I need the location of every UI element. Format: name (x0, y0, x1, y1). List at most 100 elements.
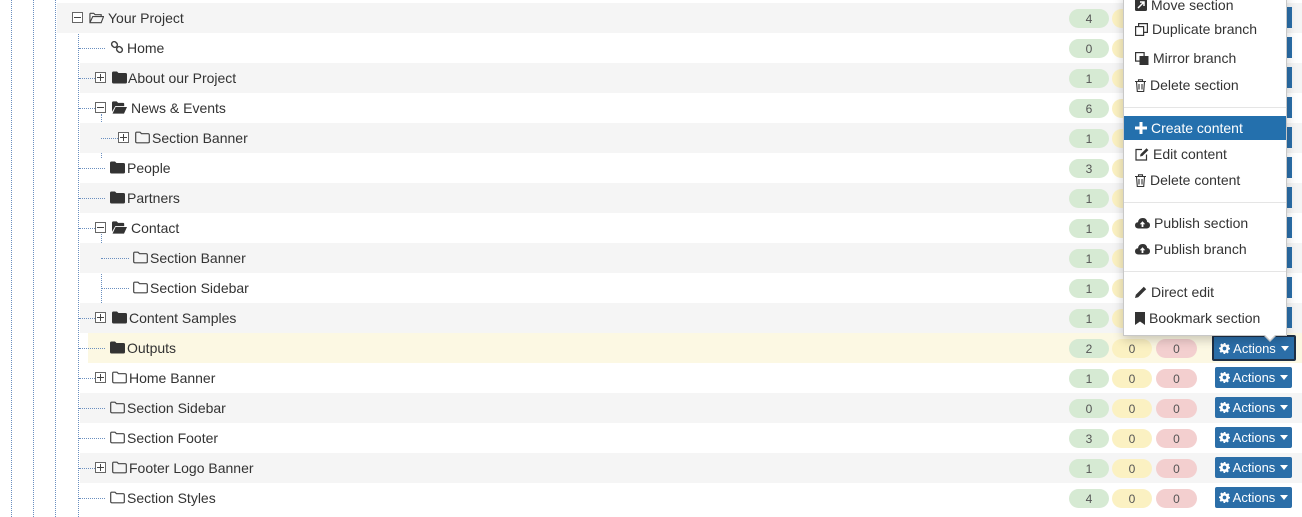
actions-button[interactable]: Actions (1215, 397, 1292, 418)
actions-button-edge[interactable] (1287, 217, 1292, 238)
tree-node-label[interactable]: Contact (131, 220, 179, 236)
gear-icon (1218, 462, 1230, 473)
menu-item-delete-content[interactable]: Delete content (1124, 168, 1286, 192)
count-badge-published: 6 (1069, 99, 1109, 118)
menu-item-edit-content[interactable]: Edit content (1124, 142, 1286, 166)
tree-row[interactable]: Contact 1 (0, 213, 1302, 309)
tree-node-label[interactable]: Partners (127, 190, 180, 206)
actions-button-label: Actions (1233, 340, 1276, 356)
tree-node-label[interactable]: About our Project (128, 70, 236, 86)
folder-outline-icon (133, 251, 148, 264)
tree-node-label[interactable]: News & Events (131, 100, 226, 116)
tree-row[interactable]: About our Project 1 (0, 63, 1302, 93)
count-badge-pending: 0 (1112, 369, 1152, 388)
gear-icon (1218, 432, 1230, 443)
menu-item-bookmark-section[interactable]: Bookmark section (1124, 306, 1286, 330)
tree-row[interactable]: Home Banner 1 0 0 Actions (0, 363, 1302, 393)
collapse-icon[interactable] (95, 102, 106, 113)
actions-button[interactable]: Actions (1215, 367, 1292, 388)
count-badge-error: 0 (1156, 399, 1197, 418)
collapse-icon[interactable] (95, 222, 106, 233)
count-badge-published: 2 (1069, 339, 1109, 358)
tree-row[interactable]: Section Sidebar 1 (0, 273, 1302, 303)
count-badge-pending: 0 (1112, 429, 1152, 448)
actions-button[interactable]: Actions (1215, 487, 1292, 508)
expand-icon[interactable] (95, 372, 106, 383)
tree-row[interactable]: Content Samples 1 (0, 303, 1302, 333)
tree-node-label[interactable]: Section Banner (152, 130, 248, 146)
actions-button[interactable]: Actions (1215, 457, 1292, 478)
count-badge-error: 0 (1156, 459, 1197, 478)
tree-row[interactable]: Home 0 (0, 33, 1302, 63)
menu-item-move-section[interactable]: Move section (1124, 0, 1286, 17)
caret-down-icon (1280, 435, 1289, 440)
tree-node-label[interactable]: Home (127, 40, 164, 56)
count-badge-published: 1 (1069, 69, 1109, 88)
folder-icon (110, 191, 125, 204)
actions-button[interactable]: Actions (1215, 427, 1292, 448)
collapse-icon[interactable] (72, 12, 83, 23)
tree-row[interactable]: Your Project 4 (0, 3, 1302, 33)
actions-button[interactable]: Actions (1212, 335, 1296, 361)
count-badge-error: 0 (1156, 339, 1197, 358)
actions-button-edge[interactable] (1287, 277, 1292, 298)
menu-item-duplicate-branch[interactable]: Duplicate branch (1124, 17, 1286, 41)
gear-icon (1218, 492, 1230, 503)
actions-button-edge[interactable] (1287, 247, 1292, 268)
tree-row[interactable]: Section Banner 1 (0, 123, 1302, 153)
actions-dropdown-menu: Move section Duplicate branch Mirror bra… (1123, 0, 1287, 336)
tree-row[interactable]: Section Banner 1 (0, 243, 1302, 273)
move-icon (1135, 0, 1147, 11)
folder-outline-icon (135, 131, 150, 144)
actions-button-edge[interactable] (1287, 37, 1292, 58)
cloud-upload-icon (1135, 218, 1150, 229)
expand-icon[interactable] (95, 72, 106, 83)
actions-button-edge[interactable] (1287, 7, 1292, 28)
caret-down-icon (1280, 405, 1289, 410)
tree-row[interactable]: Section Sidebar 0 0 0 Actions (0, 393, 1302, 423)
caret-down-icon (1280, 345, 1289, 351)
tree-node-label[interactable]: Section Footer (127, 430, 218, 446)
menu-item-delete-section[interactable]: Delete section (1124, 73, 1286, 97)
count-badge-pending: 0 (1112, 339, 1152, 358)
menu-item-publish-section[interactable]: Publish section (1124, 211, 1286, 235)
expand-icon[interactable] (118, 132, 129, 143)
tree-node-label[interactable]: Section Sidebar (150, 280, 249, 296)
mirror-icon (1135, 51, 1149, 65)
tree-row[interactable]: Section Footer 3 0 0 Actions (0, 423, 1302, 453)
tree-node-label[interactable]: Outputs (127, 340, 176, 356)
menu-item-publish-branch[interactable]: Publish branch (1124, 237, 1286, 261)
tree-node-label[interactable]: Section Styles (127, 490, 216, 506)
tree-row[interactable]: Partners 1 (0, 183, 1302, 213)
count-badge-published: 1 (1069, 309, 1109, 328)
actions-button-edge[interactable] (1287, 67, 1292, 88)
menu-item-mirror-branch[interactable]: Mirror branch (1124, 46, 1286, 70)
tree-node-label[interactable]: Section Sidebar (127, 400, 226, 416)
tree-row[interactable]: Section Styles 4 0 0 Actions (0, 483, 1302, 513)
actions-button-edge[interactable] (1287, 97, 1292, 118)
actions-button-edge[interactable] (1287, 157, 1292, 178)
actions-button-edge[interactable] (1287, 187, 1292, 208)
menu-item-create-content[interactable]: Create content (1124, 116, 1286, 140)
tree-node-label[interactable]: Content Samples (129, 310, 236, 326)
tree-node-label[interactable]: Your Project (108, 10, 184, 26)
tree-node-label[interactable]: Section Banner (150, 250, 246, 266)
tree-node-label[interactable]: People (127, 160, 171, 176)
tree-row-selected[interactable]: Outputs 2 0 0 Actions (0, 333, 1302, 363)
menu-item-direct-edit[interactable]: Direct edit (1124, 280, 1286, 304)
tree-row[interactable]: People 3 (0, 153, 1302, 183)
gear-icon (1218, 372, 1230, 383)
folder-open-icon (112, 221, 127, 234)
count-badge-pending: 0 (1112, 459, 1152, 478)
tree-row[interactable]: News & Events 6 (0, 93, 1302, 158)
actions-button-edge[interactable] (1287, 127, 1292, 148)
folder-open-outline-icon (89, 12, 104, 24)
tree-row[interactable]: Footer Logo Banner 1 0 0 Actions (0, 453, 1302, 483)
actions-button-edge[interactable] (1287, 307, 1292, 328)
tree-node-label[interactable]: Footer Logo Banner (129, 460, 254, 476)
expand-icon[interactable] (95, 462, 106, 473)
count-badge-published: 3 (1069, 159, 1109, 178)
expand-icon[interactable] (95, 312, 106, 323)
count-badge-published: 1 (1069, 369, 1109, 388)
tree-node-label[interactable]: Home Banner (129, 370, 215, 386)
